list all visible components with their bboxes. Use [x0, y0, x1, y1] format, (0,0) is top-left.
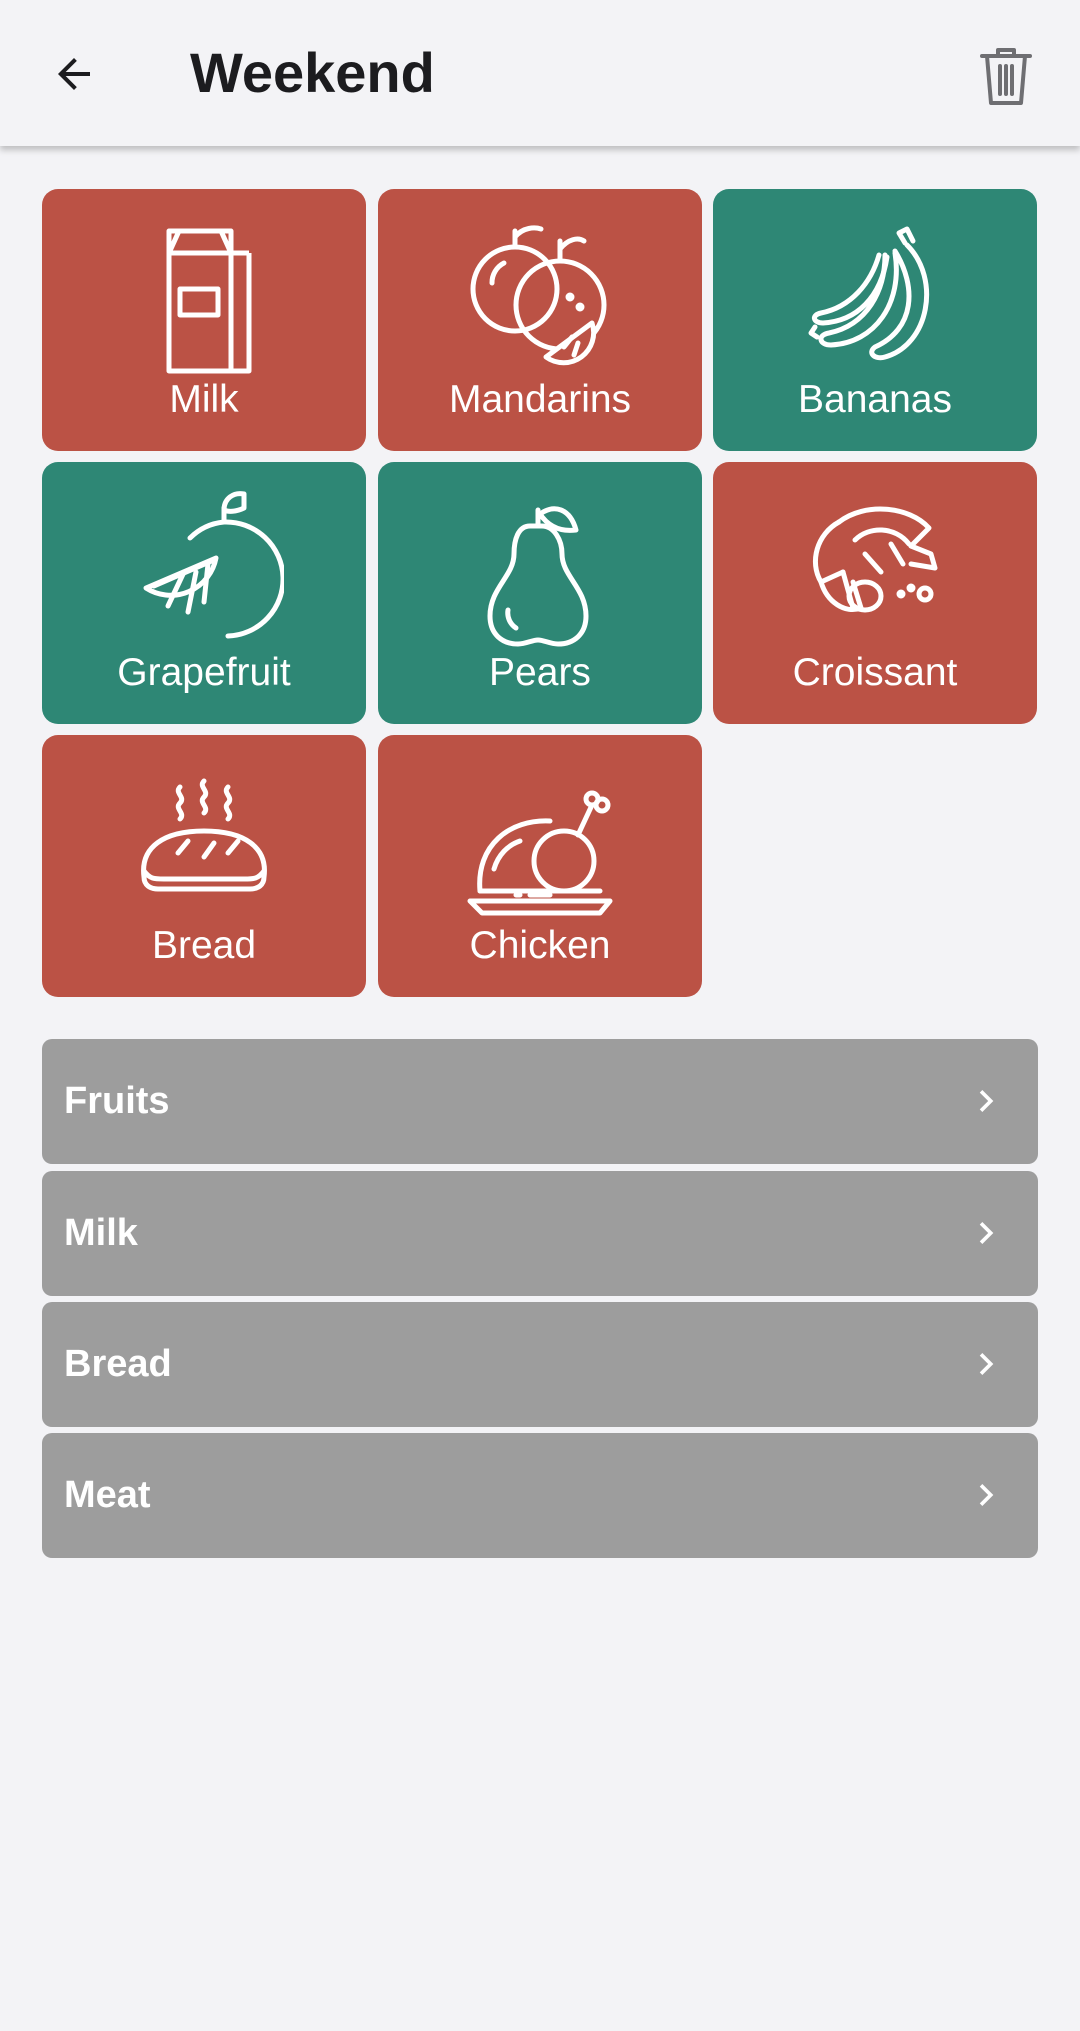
chevron-right-icon — [979, 1353, 994, 1375]
back-button[interactable] — [36, 36, 112, 112]
category-row-fruits[interactable]: Fruits — [42, 1039, 1038, 1164]
category-label: Bread — [64, 1343, 172, 1385]
bananas-icon — [795, 207, 955, 377]
mandarins-icon — [460, 207, 620, 377]
category-row-milk[interactable]: Milk — [42, 1171, 1038, 1296]
item-tile-mandarins[interactable]: Mandarins — [378, 189, 702, 451]
grapefruit-icon — [124, 480, 286, 650]
chevron-right-icon — [979, 1222, 994, 1244]
item-tile-milk[interactable]: Milk — [42, 189, 366, 451]
trash-icon — [980, 48, 1032, 105]
category-row-bread[interactable]: Bread — [42, 1302, 1038, 1427]
arrow-back-icon — [58, 58, 90, 90]
item-tile-bread[interactable]: Bread — [42, 735, 366, 997]
item-label: Croissant — [792, 651, 958, 694]
item-tile-pears[interactable]: Pears — [378, 462, 702, 724]
item-label: Grapefruit — [117, 651, 291, 694]
pear-icon — [460, 480, 620, 650]
milk-carton-icon — [124, 207, 284, 377]
item-label: Mandarins — [448, 378, 632, 421]
category-label: Meat — [64, 1474, 151, 1516]
item-tile-chicken[interactable]: Chicken — [378, 735, 702, 997]
category-row-meat[interactable]: Meat — [42, 1433, 1038, 1558]
roast-chicken-icon — [460, 753, 620, 923]
item-label: Bread — [151, 924, 257, 967]
item-tile-croissant[interactable]: Croissant — [713, 462, 1037, 724]
category-label: Milk — [64, 1212, 138, 1254]
chevron-right-icon — [979, 1484, 994, 1506]
chevron-right-icon — [979, 1090, 994, 1112]
page-title: Weekend — [190, 41, 435, 104]
croissant-icon — [795, 480, 955, 650]
item-tile-grapefruit[interactable]: Grapefruit — [42, 462, 366, 724]
item-label: Pears — [489, 651, 591, 694]
category-label: Fruits — [64, 1080, 170, 1122]
bread-icon — [124, 753, 284, 923]
item-label: Chicken — [469, 924, 611, 967]
item-label: Bananas — [798, 378, 952, 421]
item-tile-bananas[interactable]: Bananas — [713, 189, 1037, 451]
delete-list-button[interactable] — [966, 36, 1046, 116]
app-bar: Weekend — [0, 0, 1080, 146]
item-label: Milk — [169, 378, 239, 421]
